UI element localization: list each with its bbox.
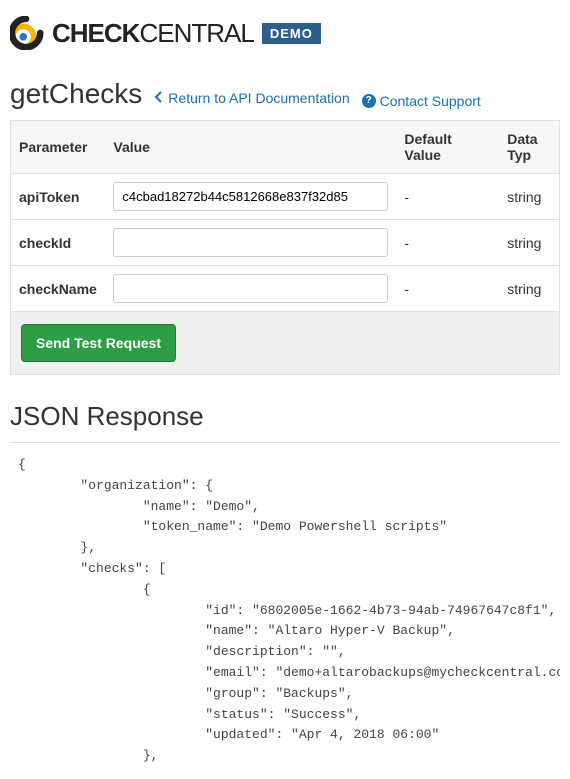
param-type: string [499,174,559,220]
contact-link-label: Contact Support [380,93,481,109]
col-parameter: Parameter [11,121,106,174]
col-value: Value [105,121,396,174]
table-row: checkId - string [11,220,560,266]
param-type: string [499,220,559,266]
logo-icon [10,16,44,50]
contact-link[interactable]: ? Contact Support [362,93,481,109]
param-default: - [396,220,499,266]
demo-badge: DEMO [262,23,321,44]
response-title: JSON Response [10,401,560,432]
col-type: Data Typ [499,121,559,174]
param-name: checkName [11,266,106,312]
param-default: - [396,266,499,312]
send-test-request-button[interactable]: Send Test Request [21,324,176,362]
brand-name: CHECKCENTRAL [52,18,254,49]
table-row: apiToken - string [11,174,560,220]
col-default: Default Value [396,121,499,174]
json-response-block: { "organization": { "name": "Demo", "tok… [10,442,560,779]
help-icon: ? [362,94,376,108]
checkid-input[interactable] [113,228,388,257]
checkname-input[interactable] [113,274,388,303]
param-default: - [396,174,499,220]
chevron-left-icon [154,90,164,106]
back-link[interactable]: Return to API Documentation [154,90,349,106]
param-name: apiToken [11,174,106,220]
param-type: string [499,266,559,312]
apitoken-input[interactable] [113,182,388,211]
table-row: checkName - string [11,266,560,312]
param-name: checkId [11,220,106,266]
back-link-label: Return to API Documentation [168,90,349,106]
brand-header: CHECKCENTRAL DEMO [10,16,560,50]
page-title: getChecks [10,78,142,110]
parameters-table: Parameter Value Default Value Data Typ a… [10,120,560,312]
